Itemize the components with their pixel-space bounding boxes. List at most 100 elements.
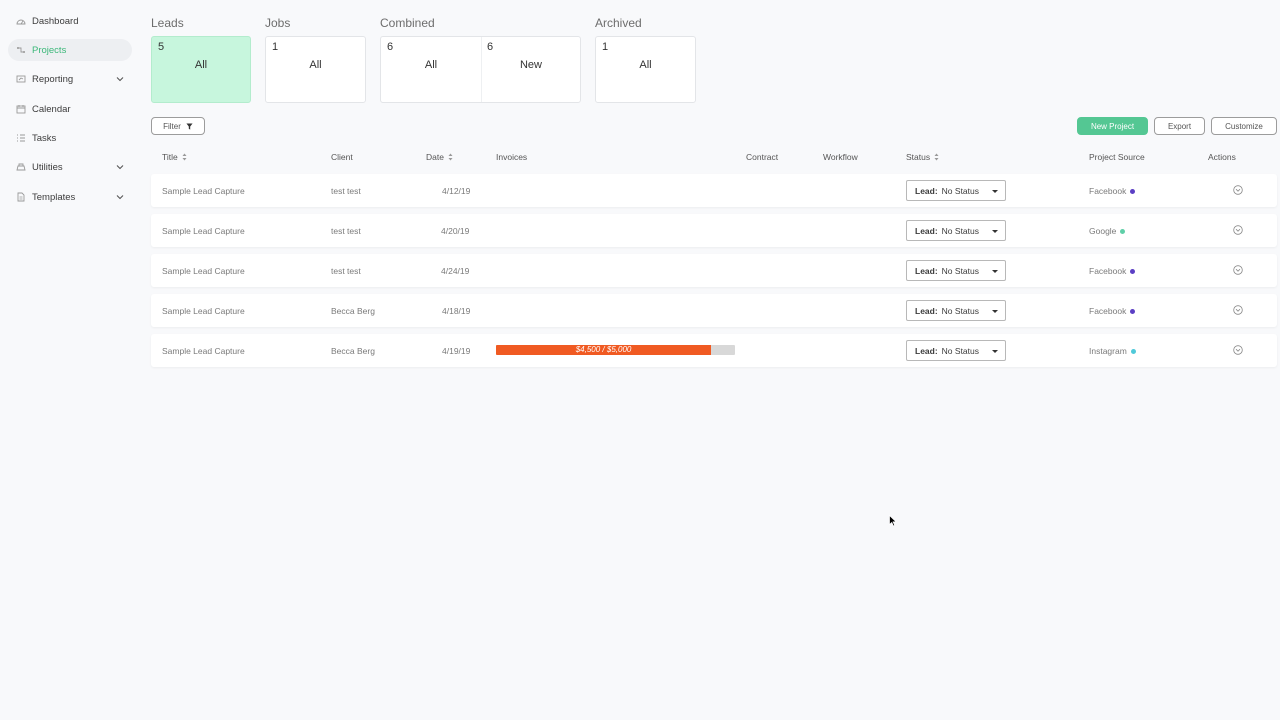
combined-all-label: All (424, 59, 438, 71)
status-value: No Status (941, 345, 979, 356)
row-title[interactable]: Sample Lead Capture (162, 306, 245, 316)
sidebar-item-calendar[interactable]: Calendar (8, 98, 132, 120)
caret-down-icon (992, 190, 998, 193)
leads-all-card[interactable]: 5 All (151, 36, 251, 103)
filter-button[interactable]: Filter (151, 117, 205, 135)
invoice-amount-label: $4,500 / $5,000 (575, 345, 632, 354)
table-row[interactable]: Sample Lead Capture Becca Berg 4/18/19 L… (151, 294, 1277, 327)
source-dot-icon (1120, 228, 1126, 234)
col-client-label: Client (331, 152, 353, 162)
col-client-header: Client (331, 151, 353, 163)
archived-all-card[interactable]: 1 All (595, 36, 696, 103)
sort-icon (934, 153, 939, 161)
status-select[interactable]: Lead: No Status (906, 180, 1006, 201)
col-actions-label: Actions (1208, 152, 1236, 162)
sidebar-item-label: Dashboard (32, 15, 79, 27)
customize-button[interactable]: Customize (1211, 117, 1277, 135)
source-label: Facebook (1089, 266, 1127, 276)
col-invoices-label: Invoices (496, 152, 528, 162)
combined-heading: Combined (380, 16, 435, 30)
sidebar-item-utilities[interactable]: Utilities (8, 156, 132, 178)
tasks-icon (16, 133, 26, 143)
source-label: Google (1089, 226, 1117, 236)
row-title[interactable]: Sample Lead Capture (162, 186, 245, 196)
combined-all-count: 6 (387, 41, 394, 53)
row-date: 4/20/19 (441, 226, 470, 236)
actions-chevron-icon[interactable] (1233, 225, 1243, 235)
project-source: Google (1089, 226, 1126, 236)
table-row[interactable]: Sample Lead Capture test test 4/12/19 Le… (151, 174, 1277, 207)
col-source-label: Project Source (1089, 152, 1145, 162)
actions-chevron-icon[interactable] (1233, 265, 1243, 275)
status-select[interactable]: Lead: No Status (906, 340, 1006, 361)
combined-all-card[interactable]: 6 All (381, 37, 481, 102)
calendar-icon (16, 104, 26, 114)
sidebar-item-dashboard[interactable]: Dashboard (8, 10, 132, 32)
status-value: No Status (941, 185, 979, 196)
jobs-heading: Jobs (265, 16, 291, 30)
col-contract-header: Contract (746, 151, 778, 163)
source-label: Facebook (1089, 186, 1127, 196)
col-title-header[interactable]: Title (162, 151, 187, 163)
col-status-header[interactable]: Status (906, 151, 939, 163)
status-prefix: Lead: (915, 225, 938, 236)
combined-new-card[interactable]: 6 New (481, 37, 581, 102)
status-select[interactable]: Lead: No Status (906, 300, 1006, 321)
jobs-all-label: All (309, 59, 322, 71)
archived-all-count: 1 (602, 41, 609, 53)
caret-down-icon (992, 310, 998, 313)
chevron-down-icon[interactable] (116, 75, 124, 83)
sort-icon (448, 153, 453, 161)
row-date: 4/24/19 (441, 266, 470, 276)
export-button[interactable]: Export (1154, 117, 1205, 135)
projects-icon (16, 45, 26, 55)
invoice-progress-bar[interactable]: $4,500 / $5,000 (496, 345, 735, 355)
source-label: Instagram (1089, 346, 1127, 356)
jobs-all-card[interactable]: 1 All (265, 36, 366, 103)
status-select[interactable]: Lead: No Status (906, 260, 1006, 281)
actions-chevron-icon[interactable] (1233, 305, 1243, 315)
combined-card-group: 6 All 6 New (380, 36, 581, 103)
row-date: 4/12/19 (442, 186, 471, 196)
row-title[interactable]: Sample Lead Capture (162, 266, 245, 276)
sidebar-item-projects[interactable]: Projects (8, 39, 132, 61)
row-client: test test (331, 186, 361, 196)
sidebar-item-label: Calendar (32, 103, 71, 115)
combined-new-label: New (519, 59, 542, 71)
chevron-down-icon[interactable] (116, 193, 124, 201)
row-title[interactable]: Sample Lead Capture (162, 226, 245, 236)
table-row[interactable]: Sample Lead Capture test test 4/20/19 Le… (151, 214, 1277, 247)
caret-down-icon (992, 270, 998, 273)
table-row[interactable]: Sample Lead Capture test test 4/24/19 Le… (151, 254, 1277, 287)
status-select[interactable]: Lead: No Status (906, 220, 1006, 241)
actions-chevron-icon[interactable] (1233, 185, 1243, 195)
filter-icon (186, 122, 193, 130)
row-date: 4/18/19 (442, 306, 471, 316)
status-value: No Status (941, 305, 979, 316)
dashboard-icon (16, 16, 26, 26)
col-actions-header: Actions (1208, 151, 1236, 163)
sidebar-item-label: Reporting (32, 73, 74, 85)
filter-label: Filter (163, 121, 181, 131)
table-row[interactable]: Sample Lead Capture Becca Berg 4/19/19 $… (151, 334, 1277, 367)
col-date-header[interactable]: Date (426, 151, 453, 163)
archived-heading: Archived (595, 16, 642, 30)
status-prefix: Lead: (915, 305, 938, 316)
source-dot-icon (1130, 188, 1136, 194)
new-project-button[interactable]: New Project (1077, 117, 1148, 135)
sort-icon (182, 153, 187, 161)
row-title[interactable]: Sample Lead Capture (162, 346, 245, 356)
leads-all-label: All (194, 59, 208, 71)
col-workflow-header: Workflow (823, 151, 858, 163)
sidebar-item-tasks[interactable]: Tasks (8, 127, 132, 149)
templates-icon (16, 192, 26, 202)
col-invoices-header: Invoices (496, 151, 527, 163)
chevron-down-icon[interactable] (116, 163, 124, 171)
caret-down-icon (992, 350, 998, 353)
reporting-icon (16, 74, 26, 84)
actions-chevron-icon[interactable] (1233, 345, 1243, 355)
sidebar-item-reporting[interactable]: Reporting (8, 68, 132, 90)
sidebar-item-templates[interactable]: Templates (8, 186, 132, 208)
project-source: Facebook (1089, 186, 1136, 196)
sidebar-item-label: Tasks (32, 132, 57, 144)
